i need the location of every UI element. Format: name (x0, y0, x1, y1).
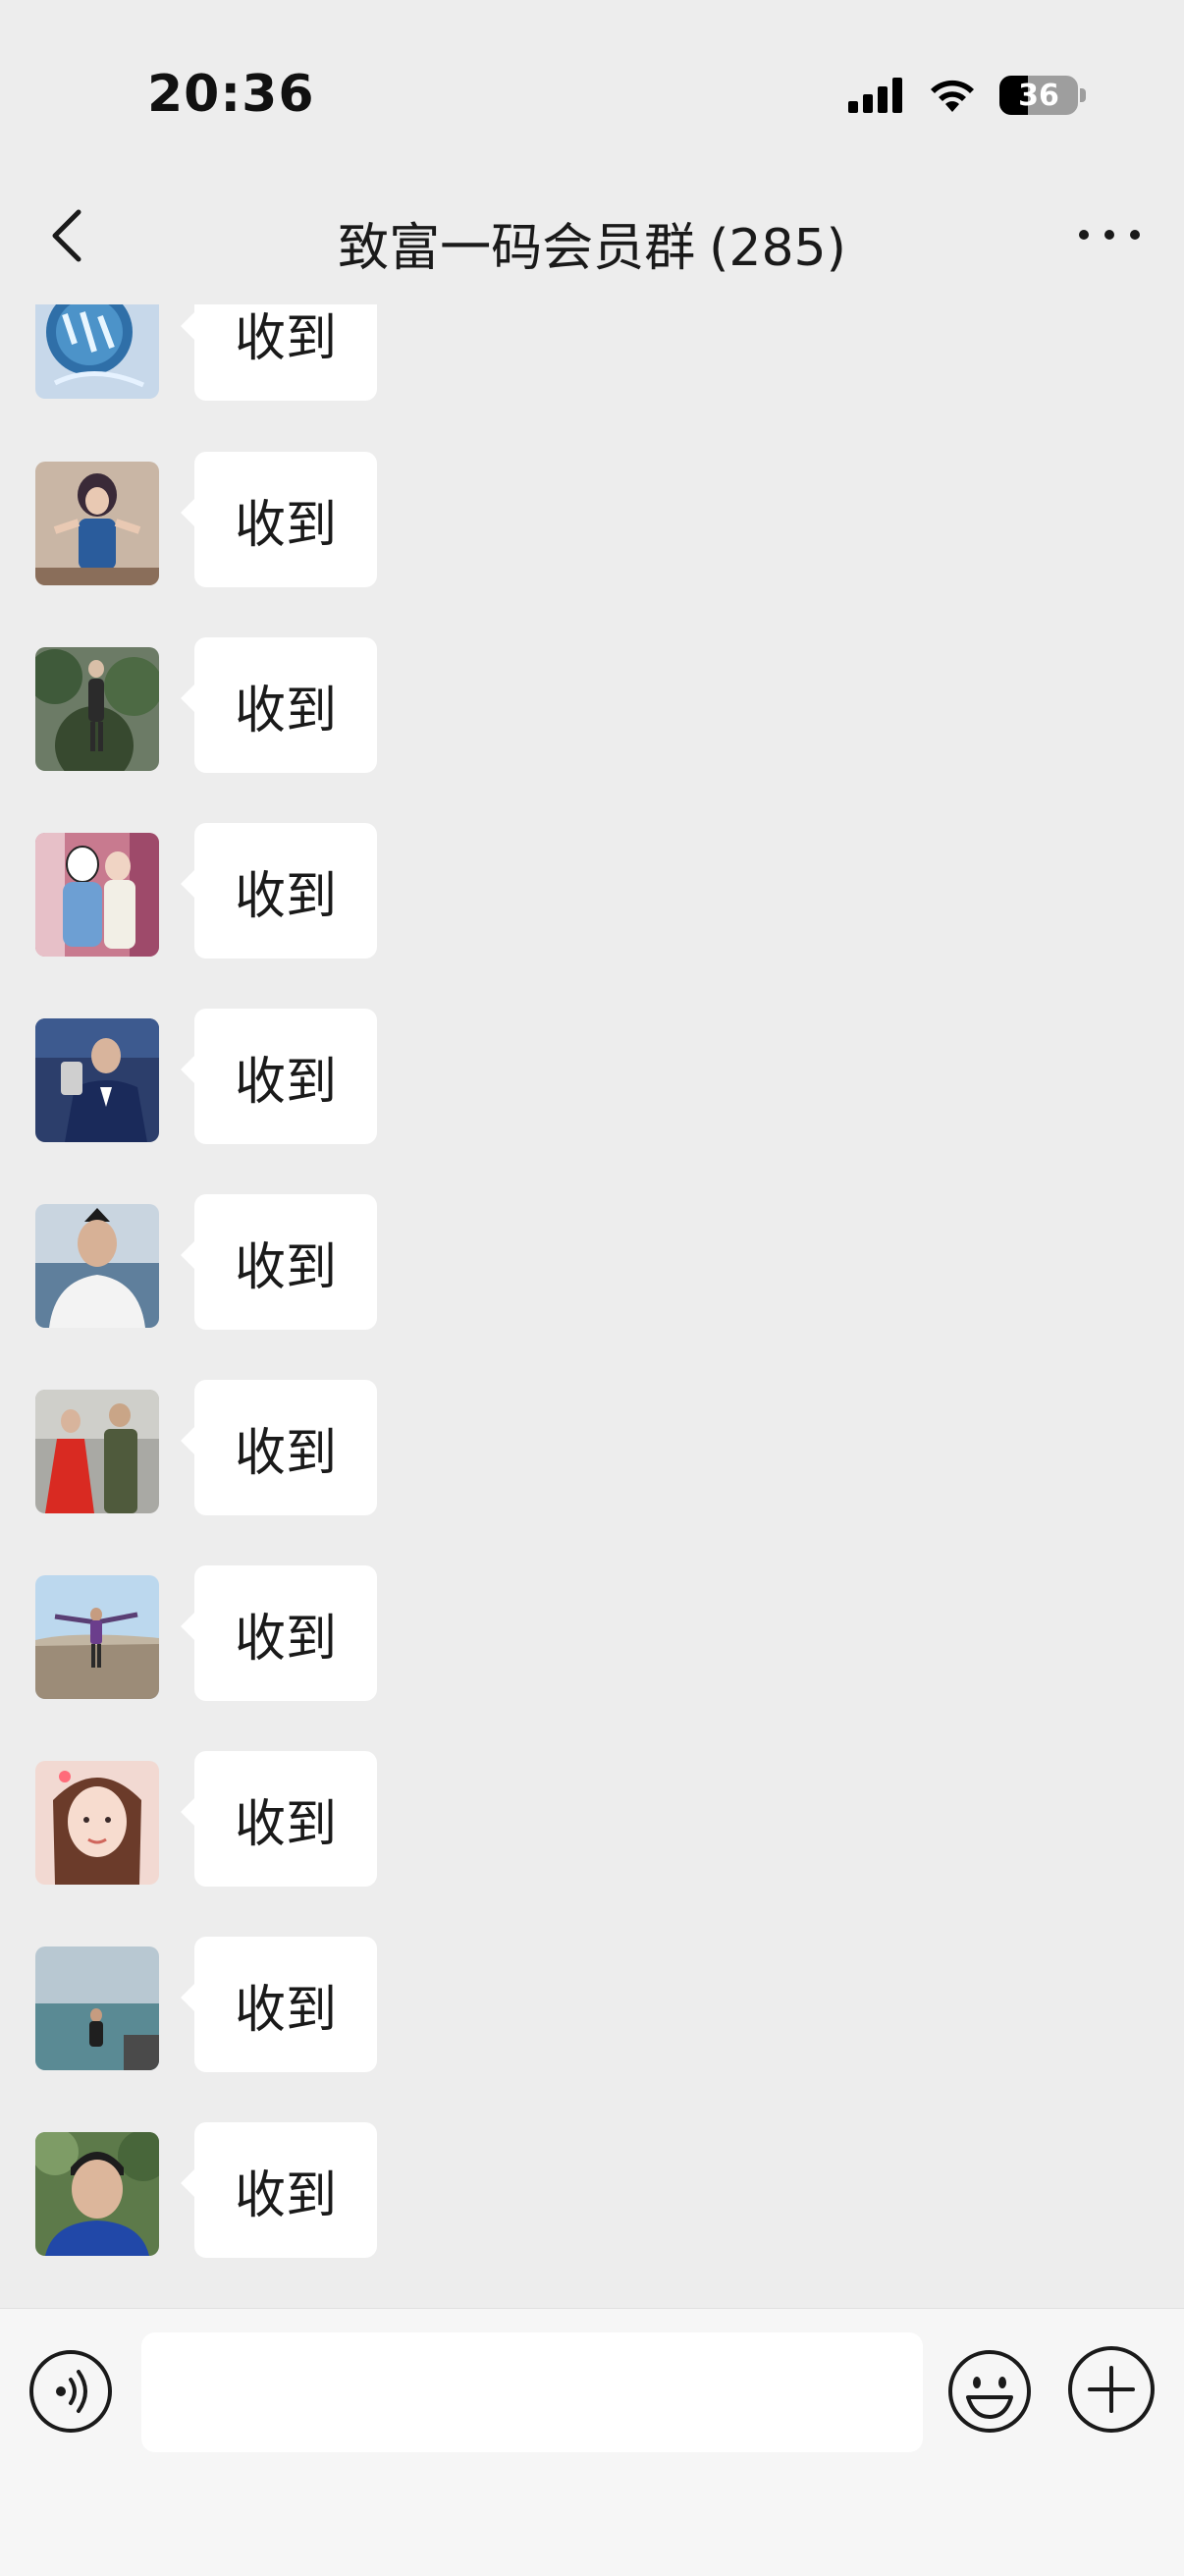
message-text: 收到 (234, 1980, 337, 2040)
message-text: 收到 (234, 1609, 337, 1669)
avatar[interactable] (35, 833, 159, 957)
message-list[interactable]: 收到 收到 收到 收到 收到 收到 收到 收到 收到 收到 收到 (0, 304, 1184, 2308)
more-options-button[interactable] (1070, 210, 1149, 259)
message-text: 收到 (234, 2165, 337, 2225)
message-text: 收到 (234, 495, 337, 555)
avatar[interactable] (35, 1390, 159, 1513)
chat-header: 致富一码会员群 (285) (0, 167, 1184, 304)
message-bubble[interactable]: 收到 (181, 304, 377, 401)
avatar[interactable] (35, 462, 159, 585)
chat-title: 致富一码会员群 (285) (0, 206, 1184, 280)
message-bubble[interactable]: 收到 (181, 2122, 377, 2258)
message-bubble[interactable]: 收到 (181, 1380, 377, 1515)
message-bubble[interactable]: 收到 (181, 1937, 377, 2072)
status-icons: 36 (848, 71, 1086, 120)
message-bubble[interactable]: 收到 (181, 1194, 377, 1330)
message-text: 收到 (234, 866, 337, 926)
message-bubble[interactable]: 收到 (181, 1751, 377, 1887)
message-input[interactable] (141, 2332, 923, 2452)
message-bubble[interactable]: 收到 (181, 823, 377, 959)
battery-icon: 36 (999, 76, 1086, 115)
message-text: 收到 (234, 681, 337, 740)
avatar[interactable] (35, 647, 159, 771)
avatar[interactable] (35, 1018, 159, 1142)
voice-button[interactable] (27, 2348, 114, 2435)
message-bubble[interactable]: 收到 (181, 452, 377, 587)
avatar[interactable] (35, 1204, 159, 1328)
message-text: 收到 (234, 308, 337, 368)
avatar[interactable] (35, 304, 159, 399)
avatar[interactable] (35, 1946, 159, 2070)
member-count: (285) (709, 219, 846, 278)
message-text: 收到 (234, 1052, 337, 1112)
avatar[interactable] (35, 2132, 159, 2256)
emoji-button[interactable] (946, 2348, 1033, 2435)
group-name: 致富一码会员群 (338, 219, 696, 278)
battery-level: 36 (1018, 78, 1059, 113)
input-bar (0, 2308, 1184, 2576)
status-bar: 20:36 36 (0, 0, 1184, 167)
avatar[interactable] (35, 1761, 159, 1885)
plus-button[interactable] (1066, 2344, 1157, 2435)
message-text: 收到 (234, 1237, 337, 1297)
status-time: 20:36 (147, 65, 315, 124)
message-text: 收到 (234, 1794, 337, 1854)
wifi-icon (931, 80, 974, 112)
message-text: 收到 (234, 1423, 337, 1483)
message-bubble[interactable]: 收到 (181, 637, 377, 773)
cellular-signal-icon (848, 78, 902, 113)
message-bubble[interactable]: 收到 (181, 1009, 377, 1144)
message-bubble[interactable]: 收到 (181, 1565, 377, 1701)
avatar[interactable] (35, 1575, 159, 1699)
